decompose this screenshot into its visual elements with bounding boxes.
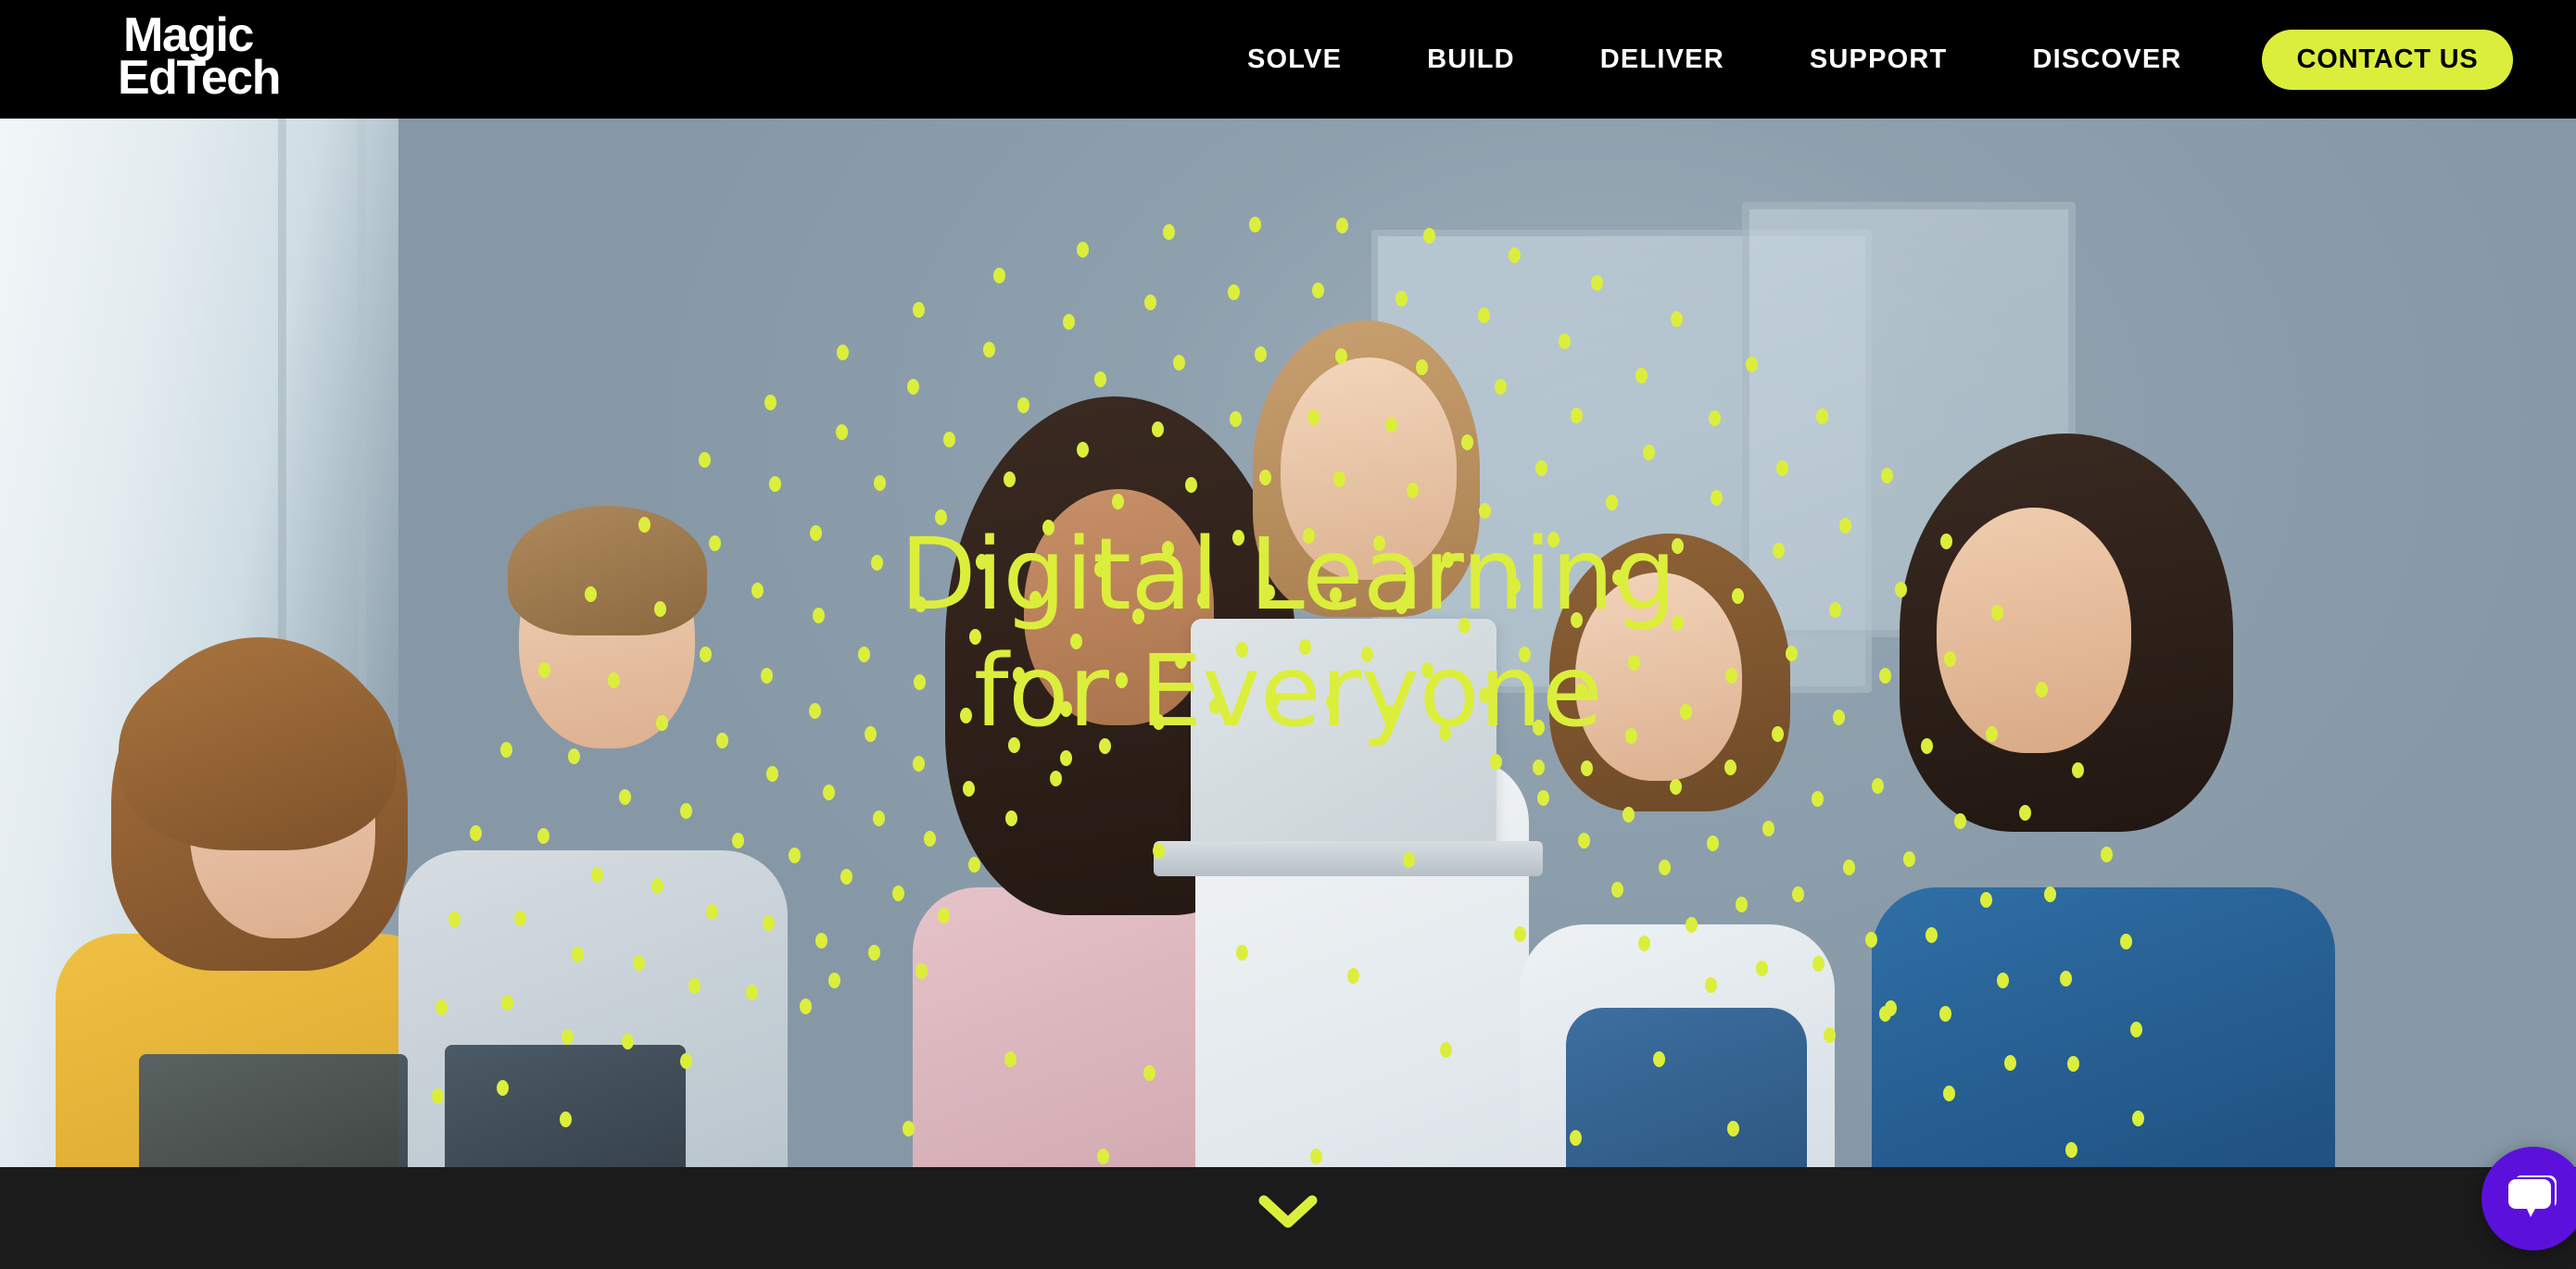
main-navigation: SOLVE BUILD DELIVER SUPPORT DISCOVER CON… — [1205, 0, 2514, 119]
site-header: Magic EdTech SOLVE BUILD DELIVER SUPPORT… — [0, 0, 2576, 119]
hero-section: Digital Learning for Everyone — [0, 119, 2576, 1167]
laptop-base — [1154, 841, 1543, 876]
logo-line-2: EdTech — [118, 50, 281, 105]
nav-item-build[interactable]: BUILD — [1384, 0, 1558, 119]
contact-us-button[interactable]: CONTACT US — [2261, 29, 2514, 90]
robot-kit — [445, 1045, 686, 1167]
chat-widget-button[interactable] — [2481, 1147, 2576, 1250]
page-root: Digital Learning for Everyone Magic EdTe… — [0, 0, 2576, 1269]
chat-bubble-icon — [2505, 1170, 2562, 1228]
headline-line-2: for Everyone — [973, 634, 1603, 750]
hero-headline: Digital Learning for Everyone — [0, 517, 2576, 751]
logo[interactable]: Magic EdTech — [118, 11, 281, 101]
nav-item-deliver[interactable]: DELIVER — [1558, 0, 1767, 119]
nav-item-discover[interactable]: DISCOVER — [1989, 0, 2224, 119]
chevron-down-icon[interactable] — [1258, 1193, 1318, 1230]
nav-item-support[interactable]: SUPPORT — [1767, 0, 1990, 119]
nav-item-solve[interactable]: SOLVE — [1205, 0, 1384, 119]
robot-kit — [139, 1054, 408, 1167]
headline-line-1: Digital Learning — [900, 518, 1676, 633]
